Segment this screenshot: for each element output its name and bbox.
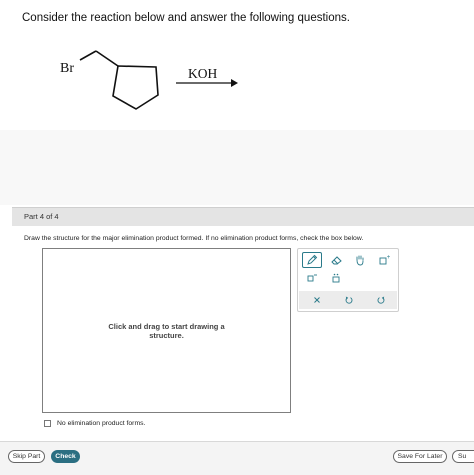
pencil-icon bbox=[307, 254, 318, 265]
submit-button[interactable]: Su bbox=[452, 450, 474, 463]
toolbar-actions bbox=[299, 291, 397, 309]
lone-pair-icon bbox=[332, 273, 340, 283]
eraser-tool[interactable] bbox=[326, 252, 346, 268]
canvas-hint-line2: structure. bbox=[149, 331, 184, 340]
no-product-checkbox[interactable] bbox=[44, 420, 51, 427]
footer-bar: Skip Part Check Save For Later Su bbox=[0, 441, 474, 475]
redo-button[interactable] bbox=[371, 292, 391, 308]
no-product-label: No elimination product forms. bbox=[57, 420, 146, 427]
charge-tool[interactable] bbox=[302, 270, 322, 286]
canvas-hint: Click and drag to start drawing a struct… bbox=[43, 322, 290, 340]
lone-pair-tool[interactable] bbox=[326, 270, 346, 286]
part-header: Part 4 of 4 bbox=[12, 207, 474, 227]
drawing-canvas[interactable]: Click and drag to start drawing a struct… bbox=[42, 248, 291, 413]
canvas-hint-line1: Click and drag to start drawing a bbox=[108, 322, 225, 331]
reaction-scheme: Br KOH bbox=[60, 50, 238, 110]
save-for-later-button[interactable]: Save For Later bbox=[393, 450, 447, 463]
eraser-icon bbox=[330, 256, 342, 265]
skip-part-button[interactable]: Skip Part bbox=[8, 450, 45, 463]
template-icon: + bbox=[379, 255, 391, 265]
question-spacer bbox=[0, 130, 474, 205]
bromine-label: Br bbox=[60, 61, 74, 76]
svg-text:+: + bbox=[387, 255, 391, 261]
part-label: Part 4 of 4 bbox=[24, 212, 59, 221]
check-button[interactable]: Check bbox=[51, 450, 80, 463]
hand-tool[interactable] bbox=[350, 252, 370, 268]
charge-icon bbox=[307, 274, 317, 282]
clear-icon bbox=[314, 297, 320, 303]
no-product-option[interactable]: No elimination product forms. bbox=[44, 420, 145, 427]
clear-button[interactable] bbox=[307, 292, 327, 308]
part-instruction: Draw the structure for the major elimina… bbox=[24, 235, 364, 242]
undo-icon bbox=[345, 296, 353, 304]
drawing-toolbar: + bbox=[297, 248, 399, 312]
reagent-label: KOH bbox=[188, 66, 217, 81]
pencil-tool[interactable] bbox=[302, 252, 322, 268]
undo-button[interactable] bbox=[339, 292, 359, 308]
hand-icon bbox=[356, 255, 364, 266]
bromomethyl-cyclopentane-structure bbox=[79, 50, 159, 110]
redo-icon bbox=[377, 296, 385, 304]
template-tool[interactable]: + bbox=[374, 252, 394, 268]
